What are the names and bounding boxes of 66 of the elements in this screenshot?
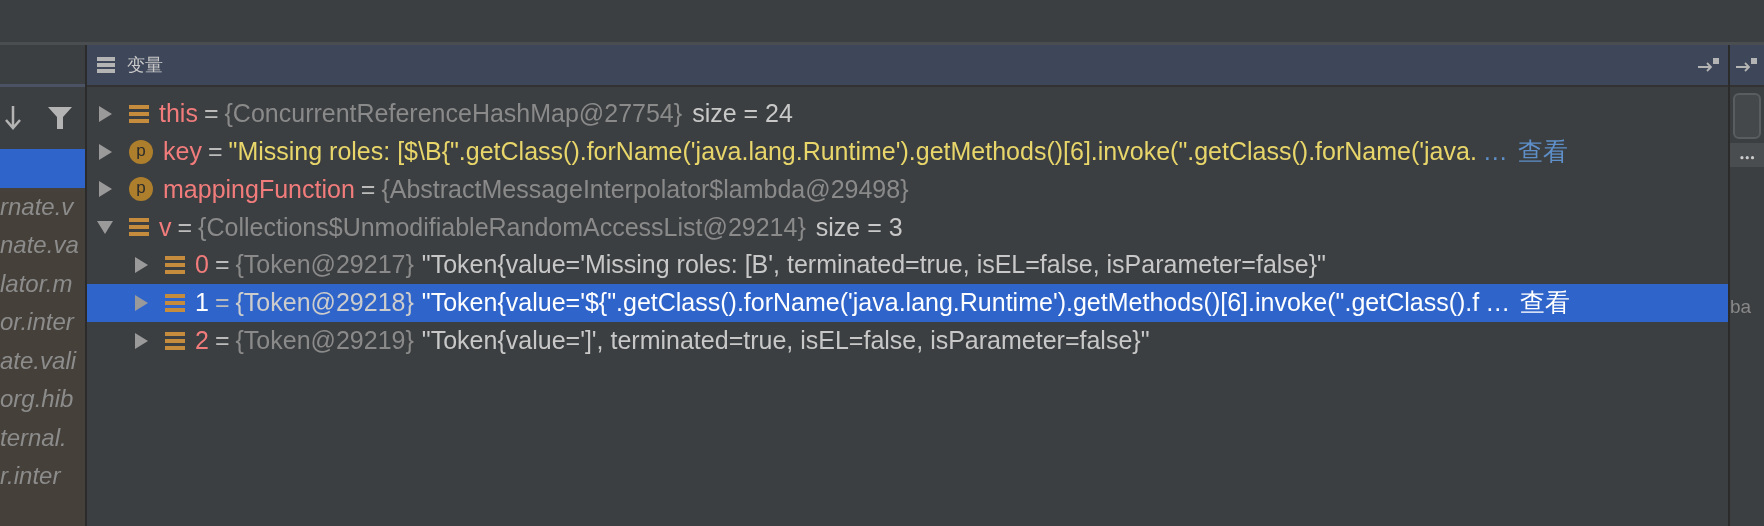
- list-item[interactable]: nate.va: [0, 231, 79, 258]
- ellipsis-link[interactable]: …: [1482, 132, 1508, 171]
- sort-down-icon[interactable]: [5, 105, 21, 131]
- variable-value: {Token@29217}: [235, 249, 414, 281]
- variable-name: v: [159, 211, 172, 243]
- list-item[interactable]: org.hib: [0, 385, 74, 412]
- variable-row[interactable]: v = {Collections$UnmodifiableRandomAccessList@29214} size = 3: [87, 208, 1728, 247]
- truncated-label: ba: [1730, 296, 1752, 317]
- string-value: "Token{value='${".getClass().forName('java.lang.Runtime').getMethods()[6].invoke(".getClass().f: [421, 287, 1480, 319]
- variable-name: this: [159, 98, 198, 130]
- expand-arrow-icon[interactable]: [133, 332, 149, 349]
- expand-arrow-icon[interactable]: [133, 257, 149, 274]
- equals-sign: =: [214, 287, 230, 319]
- view-link[interactable]: 查看: [1517, 132, 1568, 171]
- pin-icon[interactable]: [1698, 58, 1720, 72]
- size-label: size = 3: [815, 211, 903, 243]
- equals-sign: =: [360, 173, 376, 205]
- expand-arrow-icon[interactable]: [97, 105, 113, 122]
- collapse-arrow-icon[interactable]: [97, 219, 113, 236]
- string-value: "Missing roles: [$\B{".getClass().forName('java.lang.Runtime').getMethods()[6].invoke(".getClass().forName('java.: [228, 135, 1477, 167]
- variable-name: 1: [195, 287, 209, 319]
- parameter-icon: p: [129, 139, 153, 164]
- list-item[interactable]: ate.vali: [0, 346, 77, 374]
- variable-row[interactable]: 2 = {Token@29219} "Token{value=']', terminated=true, isEL=false, isParameter=false}": [87, 321, 1728, 360]
- panel-title: 变量: [127, 53, 163, 77]
- variable-value: {Token@29218}: [235, 287, 414, 319]
- field-icon: [165, 330, 185, 351]
- expand-arrow-icon[interactable]: [97, 181, 113, 198]
- variable-row[interactable]: 0 = {Token@29217} "Token{value='Missing roles: [B', terminated=true, isEL=false, isParameter=false}": [87, 246, 1728, 284]
- equals-sign: =: [207, 135, 223, 167]
- variable-value: {AbstractMessageInterpolator$lambda@29498}: [381, 173, 909, 205]
- string-value: "Token{value='Missing roles: [B', terminated=true, isEL=false, isParameter=false}": [421, 249, 1326, 281]
- equals-sign: =: [203, 98, 219, 130]
- variable-row[interactable]: p mappingFunction = {AbstractMessageInterpolator$lambda@29498}: [87, 170, 1728, 209]
- size-label: size = 24: [692, 98, 793, 130]
- equals-sign: =: [214, 249, 230, 281]
- variable-value: {Token@29219}: [235, 324, 414, 356]
- variable-row[interactable]: 1 = {Token@29218} "Token{value='${".getClass().forName('java.lang.Runtime').getMethods()[6].invoke(".getClass().f … 查看: [87, 284, 1728, 322]
- list-item[interactable]: ternal.: [0, 423, 67, 451]
- list-item[interactable]: rnate.v: [0, 192, 74, 220]
- field-icon: [129, 103, 149, 124]
- view-link[interactable]: 查看: [1520, 284, 1571, 322]
- list-item[interactable]: lator.m: [0, 269, 73, 297]
- expand-arrow-icon[interactable]: [97, 143, 113, 160]
- parameter-icon: p: [129, 177, 153, 202]
- variable-value: {Collections$UnmodifiableRandomAccessList@29214}: [198, 211, 806, 243]
- more-icon[interactable]: [1730, 143, 1764, 167]
- variable-name: mappingFunction: [163, 173, 355, 205]
- ellipsis-link[interactable]: …: [1485, 284, 1511, 322]
- field-icon: [165, 292, 185, 313]
- list-item[interactable]: or.inter: [0, 308, 74, 335]
- pin-icon[interactable]: [1736, 58, 1758, 72]
- variable-row[interactable]: this = {ConcurrentReferenceHashMap@27754} size = 24: [87, 95, 1728, 133]
- variable-name: key: [163, 135, 202, 167]
- field-icon: [129, 217, 149, 238]
- variable-name: 0: [195, 249, 209, 281]
- field-icon: [165, 255, 185, 276]
- list-icon: [97, 56, 115, 74]
- filter-icon[interactable]: [47, 105, 73, 131]
- variable-value: {ConcurrentReferenceHashMap@27754}: [224, 98, 683, 130]
- equals-sign: =: [177, 211, 193, 243]
- variable-name: 2: [195, 324, 209, 356]
- list-item[interactable]: r.inter: [0, 462, 61, 489]
- variable-row[interactable]: p key = "Missing roles: [$\B{".getClass().forName('java.lang.Runtime').getMethods()[6].invoke(".getClass().forName('java. … 查看: [87, 132, 1728, 171]
- string-value: "Token{value=']', terminated=true, isEL=false, isParameter=false}": [421, 324, 1150, 356]
- equals-sign: =: [214, 324, 230, 356]
